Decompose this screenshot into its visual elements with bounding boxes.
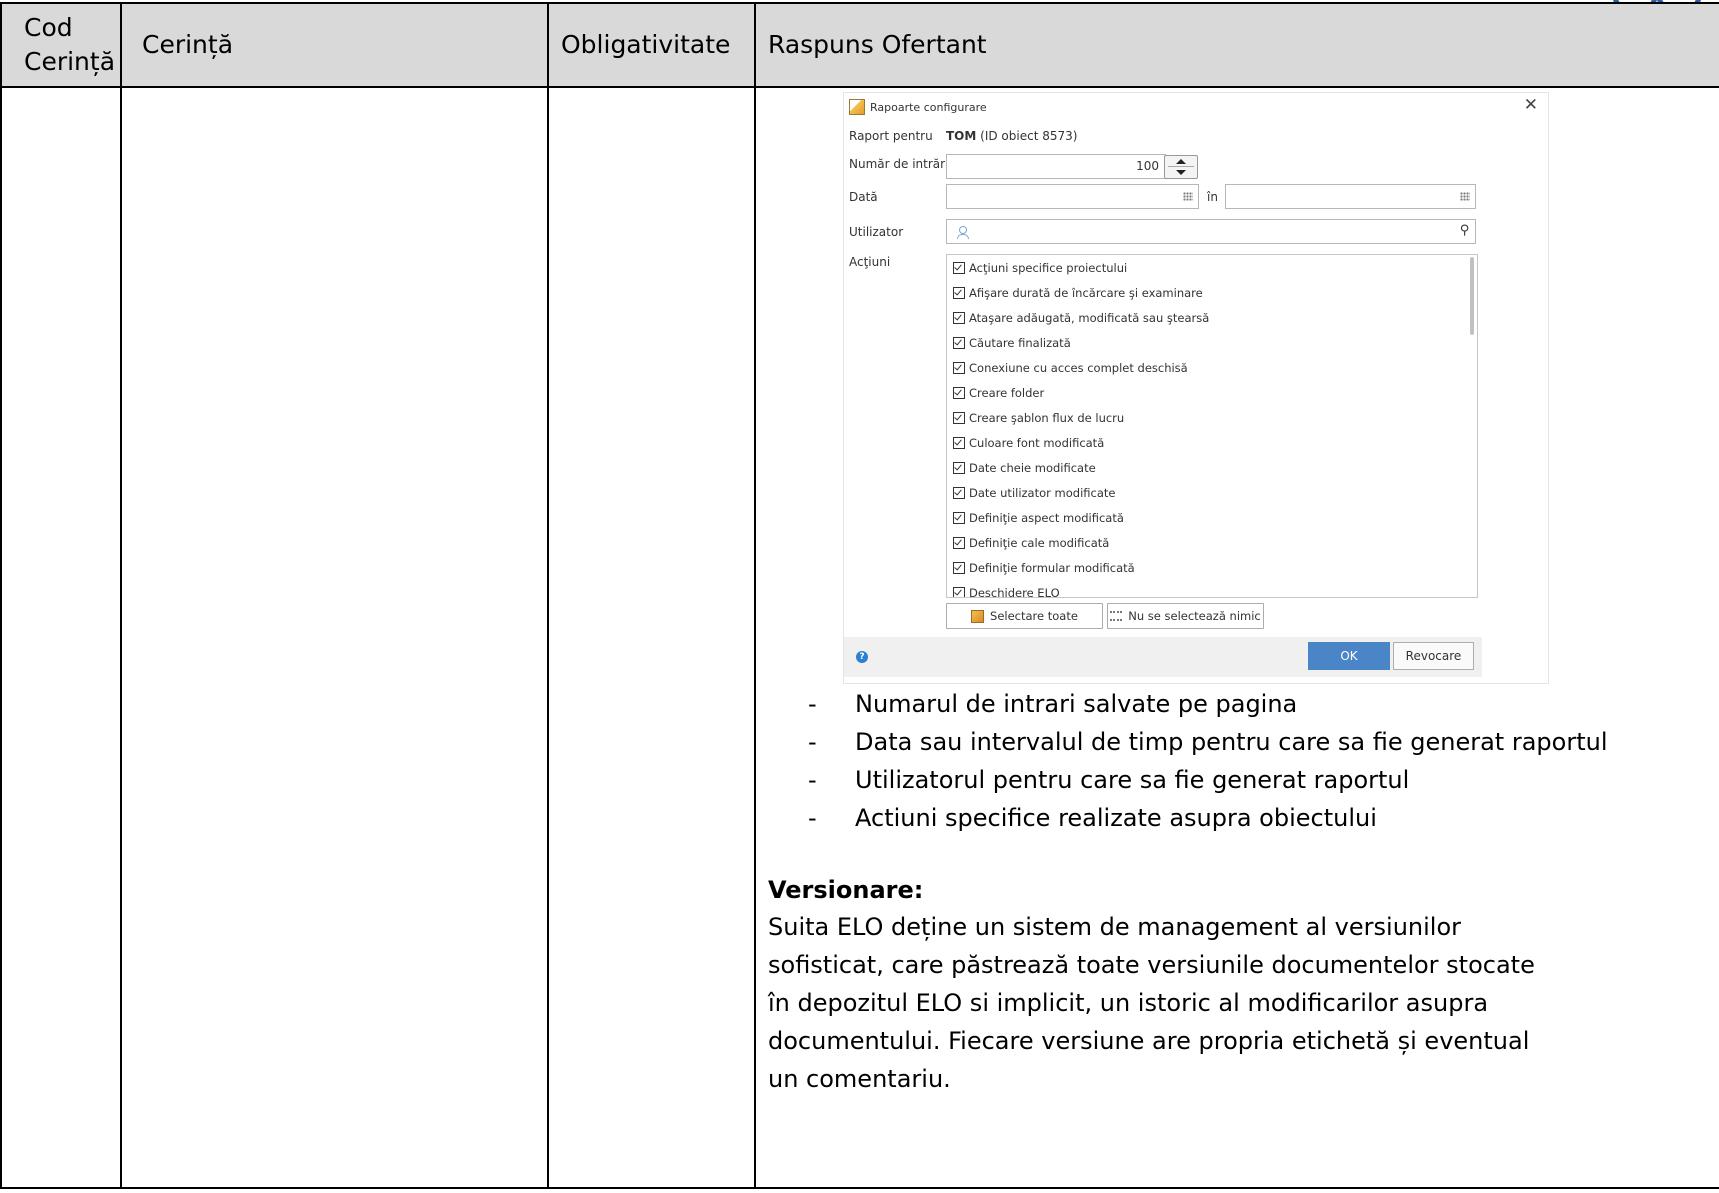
data-in-label: în [1207,190,1218,204]
list-item[interactable]: Conexiune cu acces complet deschisă [953,361,1188,375]
checkbox-checked[interactable] [953,387,965,399]
ok-button[interactable]: OK [1308,642,1390,670]
dialog-title: Rapoarte configurare [870,100,987,114]
table-row: Rapoarte configurare ✕ Raport pentru TOM… [0,86,1719,1189]
utilizator-label: Utilizator [849,225,904,239]
header-cod-text: Cod Cerință [24,13,116,76]
calendar-icon[interactable] [1183,192,1193,201]
data-start-input[interactable] [946,184,1199,209]
cell-obligativitate [547,86,756,1189]
select-all-icon [971,609,985,623]
app-icon [849,99,865,115]
numar-intrari-stepper[interactable] [1164,155,1198,179]
list-item[interactable]: Date cheie modificate [953,461,1096,475]
cell-cod [0,86,122,1189]
calendar-icon[interactable] [1460,192,1470,201]
header-obligativitate-text: Obligativitate [561,30,731,59]
select-all-button[interactable]: Selectare toate [946,603,1103,629]
header-cod-cerinta: Cod Cerință [0,2,122,88]
search-icon[interactable]: ⚲ [1460,223,1470,238]
header-cerinta: Cerință [120,2,549,88]
data-label: Dată [849,190,878,204]
checkbox-checked[interactable] [953,287,965,299]
header-obligativitate: Obligativitate [547,2,756,88]
list-item[interactable]: Date utilizator modificate [953,486,1115,500]
actiuni-label: Acţiuni [849,255,891,269]
data-end-input[interactable] [1225,184,1476,209]
close-icon[interactable]: ✕ [1524,95,1538,115]
checkbox-checked[interactable] [953,587,965,597]
checkbox-checked[interactable] [953,537,965,549]
requirements-table: Cod Cerință Cerință Obligativitate Raspu… [0,2,1719,1189]
checkbox-checked[interactable] [953,562,965,574]
checkbox-checked[interactable] [953,362,965,374]
list-item[interactable]: Creare şablon flux de lucru [953,411,1124,425]
checkbox-checked[interactable] [953,337,965,349]
checkbox-checked[interactable] [953,262,965,274]
user-icon [957,226,969,239]
list-item: Numarul de intrari salvate pe pagina [808,685,1608,723]
raport-pentru-value: TOM (ID obiect 8573) [946,129,1077,143]
checkbox-checked[interactable] [953,487,965,499]
list-item[interactable]: Creare folder [953,386,1044,400]
actions-list[interactable]: Acţiuni specifice proiectului Afişare du… [946,254,1478,598]
select-none-button[interactable]: Nu se selectează nimic [1107,603,1264,629]
dialog-title-bar: Rapoarte configurare [849,99,987,115]
cancel-button[interactable]: Revocare [1393,642,1474,670]
list-scrollbar[interactable] [1470,257,1474,335]
header-raspuns-text: Raspuns Ofertant [768,30,987,59]
utilizator-input[interactable]: ⚲ [946,219,1476,244]
help-icon[interactable]: ? [856,651,868,663]
list-item: Actiuni specifice realizate asupra obiec… [808,799,1608,837]
report-config-dialog-screenshot: Rapoarte configurare ✕ Raport pentru TOM… [843,92,1549,684]
list-item: Data sau intervalul de timp pentru care … [808,723,1608,761]
list-item[interactable]: Afişare durată de încărcare şi examinare [953,286,1203,300]
numar-intrari-input[interactable]: 100 [946,154,1166,179]
raport-pentru-label: Raport pentru [849,129,933,143]
header-cerinta-text: Cerință [142,30,234,59]
checkbox-checked[interactable] [953,412,965,424]
list-item[interactable]: Definiţie formular modificată [953,561,1135,575]
raport-object-id: (ID obiect 8573) [980,129,1078,143]
raport-object-name: TOM [946,129,977,143]
checkbox-checked[interactable] [953,462,965,474]
list-item[interactable]: Culoare font modificată [953,436,1104,450]
list-item[interactable]: Definiţie cale modificată [953,536,1109,550]
versionare-body: Suita ELO deține un sistem de management… [768,913,1535,1093]
dialog-footer: ? OK Revocare [844,637,1482,677]
bullet-list: Numarul de intrari salvate pe pagina Dat… [808,685,1608,837]
checkbox-checked[interactable] [953,312,965,324]
checkbox-checked[interactable] [953,512,965,524]
checkbox-checked[interactable] [953,437,965,449]
select-none-icon [1110,611,1123,621]
list-item[interactable]: Definiţie aspect modificată [953,511,1124,525]
list-item[interactable]: Deschidere ELO [953,586,1060,597]
list-item: Utilizatorul pentru care sa fie generat … [808,761,1608,799]
list-item[interactable]: Acţiuni specifice proiectului [953,261,1127,275]
table-header-row: Cod Cerință Cerință Obligativitate Raspu… [0,2,1719,88]
header-raspuns: Raspuns Ofertant [754,2,1719,88]
cell-raspuns: Rapoarte configurare ✕ Raport pentru TOM… [754,86,1719,1189]
list-item[interactable]: Căutare finalizată [953,336,1071,350]
list-item[interactable]: Ataşare adăugată, modificată sau ştearsă [953,311,1209,325]
numar-intrari-label: Număr de intrări [849,157,949,171]
cell-cerinta [120,86,549,1189]
versionare-title: Versionare: [768,876,924,904]
